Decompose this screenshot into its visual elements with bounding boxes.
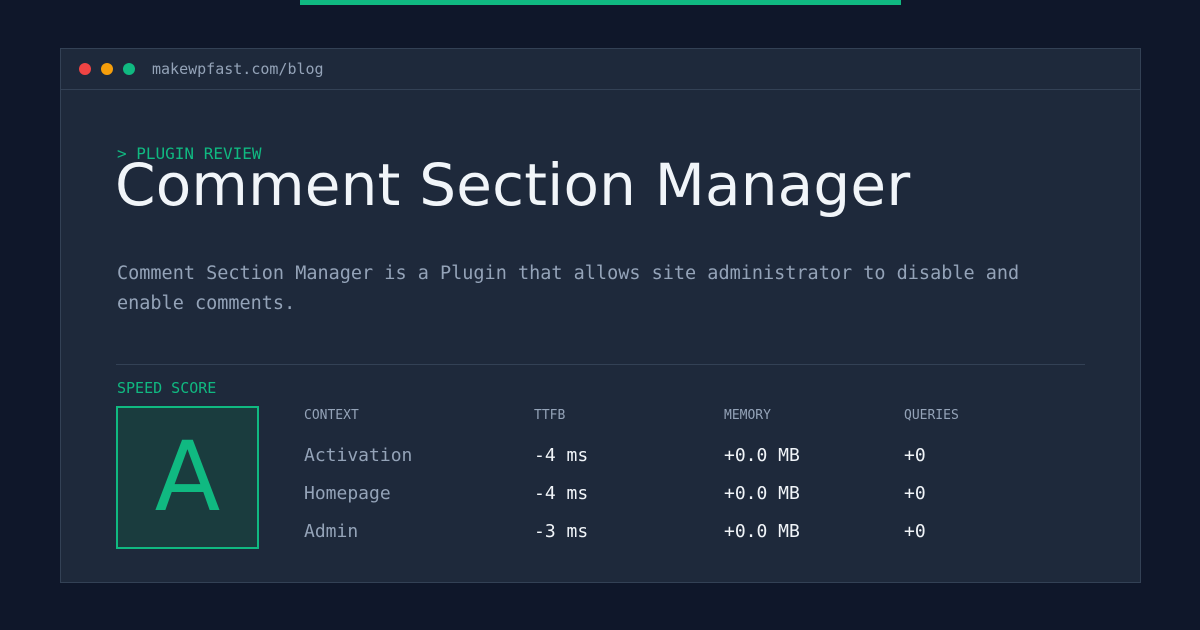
browser-window: makewpfast.com/blog > PLUGIN REVIEW Comm…: [60, 48, 1141, 583]
row-activation-queries: +0: [904, 445, 926, 466]
window-url: makewpfast.com/blog: [152, 60, 324, 78]
plugin-description: Comment Section Manager is a Plugin that…: [117, 263, 1020, 314]
row-admin-queries: +0: [904, 521, 926, 542]
row-homepage-ttfb: -4 ms: [534, 483, 589, 504]
row-admin-context: Admin: [304, 521, 359, 542]
maximize-dot-icon[interactable]: [123, 63, 135, 75]
row-admin-memory: +0.0 MB: [724, 521, 800, 542]
column-header-ttfb: TTFB: [534, 408, 566, 423]
row-homepage-memory: +0.0 MB: [724, 483, 800, 504]
section-divider: [116, 364, 1085, 365]
minimize-dot-icon[interactable]: [101, 63, 113, 75]
speed-score-badge: A: [116, 406, 259, 549]
row-admin-ttfb: -3 ms: [534, 521, 589, 542]
row-homepage-context: Homepage: [304, 483, 391, 504]
row-homepage-queries: +0: [904, 483, 926, 504]
top-accent-bar: [300, 0, 901, 5]
column-header-memory: MEMORY: [724, 408, 771, 423]
section-eyebrow: > PLUGIN REVIEW: [117, 144, 262, 163]
close-dot-icon[interactable]: [79, 63, 91, 75]
row-activation-ttfb: -4 ms: [534, 445, 589, 466]
row-activation-context: Activation: [304, 445, 413, 466]
speed-score-label: SPEED SCORE: [117, 379, 217, 397]
row-activation-memory: +0.0 MB: [724, 445, 800, 466]
column-header-queries: QUERIES: [904, 408, 959, 423]
window-titlebar: makewpfast.com/blog: [61, 49, 1140, 90]
speed-score-grade: A: [154, 421, 221, 533]
column-header-context: CONTEXT: [304, 408, 359, 423]
